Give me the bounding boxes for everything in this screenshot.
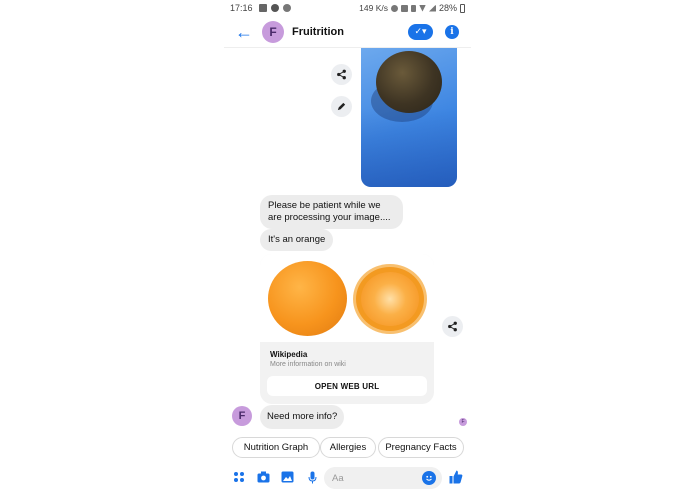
share-photo-button[interactable]	[331, 64, 352, 85]
card-subtitle: More information on wiki	[270, 361, 346, 368]
open-web-url-button[interactable]: OPEN WEB URL	[267, 376, 427, 396]
conversation-title[interactable]: Fruitrition	[292, 26, 344, 38]
share-icon	[448, 321, 457, 332]
orange-half-image	[353, 264, 427, 334]
battery-percent: 28%	[438, 3, 457, 13]
conversation-header: ← F Fruitrition ✓▾ i	[224, 16, 471, 48]
battery-icon	[460, 3, 465, 13]
gallery-notification-icon	[258, 4, 267, 12]
bot-avatar[interactable]: F	[232, 406, 252, 426]
messenger-notification-icon	[282, 4, 291, 12]
sent-photo[interactable]	[361, 48, 457, 187]
quick-reply-allergies[interactable]: Allergies	[320, 437, 376, 458]
link-card: Wikipedia More information on wiki OPEN …	[260, 254, 434, 404]
more-apps-icon[interactable]	[232, 470, 246, 484]
status-right: 149 K/s 28%	[359, 3, 465, 13]
photo-fruit	[376, 51, 442, 113]
messenger-screen: 17:16 149 K/s 28% ← F Fruitrition ✓▾ i P…	[224, 0, 471, 494]
message-bubble: Please be patient while we are processin…	[260, 195, 403, 229]
status-bar: 17:16 149 K/s 28%	[224, 0, 471, 16]
network-speed: 149 K/s	[359, 3, 388, 13]
microphone-icon[interactable]	[305, 470, 319, 484]
share-card-button[interactable]	[442, 316, 463, 337]
back-arrow-icon[interactable]: ←	[232, 20, 256, 44]
message-bubble: Need more info?	[260, 405, 345, 429]
check-icon[interactable]: ✓▾	[408, 23, 433, 40]
image-glyph	[281, 471, 293, 483]
card-image[interactable]	[260, 254, 434, 342]
orange-whole-image	[268, 261, 347, 336]
nfc-icon	[400, 4, 408, 12]
smile-glyph	[426, 475, 432, 481]
message-text: It's an orange	[268, 234, 326, 245]
pencil-icon	[337, 102, 346, 111]
edit-photo-button[interactable]	[331, 96, 352, 117]
quick-reply-pregnancy-facts[interactable]: Pregnancy Facts	[378, 437, 464, 458]
emoji-icon[interactable]	[422, 471, 436, 485]
camera-icon[interactable]	[256, 470, 270, 484]
alarm-icon	[390, 4, 398, 12]
status-time: 17:16	[230, 3, 253, 13]
seen-indicator: F	[459, 418, 467, 426]
share-icon	[337, 69, 346, 80]
camera-glyph	[257, 471, 269, 483]
message-text: Need more info?	[267, 411, 338, 422]
grid-icon	[234, 472, 244, 482]
message-bubble: It's an orange	[260, 229, 334, 251]
quick-reply-nutrition-graph[interactable]: Nutrition Graph	[232, 437, 320, 458]
wifi-icon	[418, 4, 426, 12]
photo-background	[361, 108, 457, 187]
thumbs-up-icon[interactable]	[448, 469, 464, 485]
message-text: Please be patient while we are processin…	[268, 200, 391, 223]
info-icon[interactable]: i	[445, 24, 459, 39]
gallery-icon[interactable]	[280, 470, 294, 484]
card-title: Wikipedia	[270, 350, 308, 359]
pinterest-notification-icon	[270, 4, 279, 12]
mic-glyph	[308, 471, 316, 483]
signal-icon	[428, 4, 436, 12]
bluetooth-icon	[410, 4, 416, 12]
page-avatar[interactable]: F	[262, 20, 284, 43]
like-glyph	[449, 470, 463, 484]
